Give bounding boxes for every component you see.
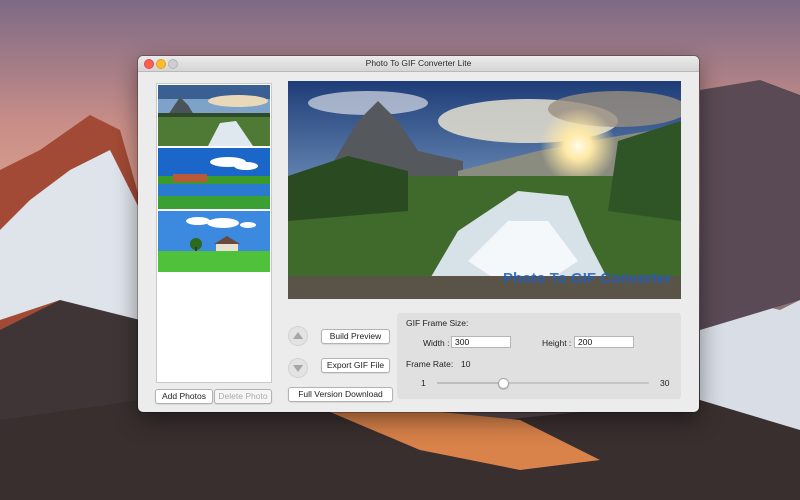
export-gif-button[interactable]: Export GIF File (321, 358, 390, 373)
gif-preview-image: Photo To GIF Converter (288, 81, 681, 299)
frame-rate-slider-knob[interactable] (497, 378, 509, 389)
photo-thumbnail-waterfall[interactable] (158, 85, 270, 146)
photo-thumbnail-meadow-house[interactable] (158, 211, 270, 272)
gif-settings-panel: GIF Frame Size: Width : Height : Frame R… (397, 313, 681, 399)
minimize-button[interactable] (156, 59, 166, 69)
move-up-button[interactable] (288, 326, 308, 346)
frame-size-label: GIF Frame Size: (406, 318, 469, 328)
full-version-download-button[interactable]: Full Version Download (288, 387, 393, 402)
slider-min-label: 1 (421, 378, 426, 388)
title-bar: Photo To GIF Converter Lite (138, 56, 699, 72)
add-photos-button[interactable]: Add Photos (155, 389, 213, 404)
frame-rate-slider-fill (437, 382, 503, 384)
width-input[interactable] (451, 336, 511, 348)
build-preview-button[interactable]: Build Preview (321, 329, 390, 344)
photo-thumbnail-farmhouse-lake[interactable] (158, 148, 270, 209)
close-button[interactable] (144, 59, 154, 69)
triangle-up-icon (293, 332, 303, 339)
zoom-button[interactable] (168, 59, 178, 69)
triangle-down-icon (293, 365, 303, 372)
frame-rate-slider-track[interactable] (437, 382, 649, 384)
move-down-button[interactable] (288, 358, 308, 378)
window-title: Photo To GIF Converter Lite (365, 58, 472, 68)
width-label: Width : (423, 338, 450, 348)
height-label: Height : (542, 338, 572, 348)
frame-rate-value: 10 (461, 359, 471, 369)
frame-rate-label: Frame Rate: (406, 359, 454, 369)
preview-watermark: Photo To GIF Converter (503, 270, 671, 287)
height-input[interactable] (574, 336, 634, 348)
delete-photo-button[interactable]: Delete Photo (214, 389, 272, 404)
photo-list[interactable] (156, 83, 272, 383)
slider-max-label: 30 (660, 378, 670, 388)
app-window: Photo To GIF Converter Lite Add Photos D… (138, 56, 699, 412)
